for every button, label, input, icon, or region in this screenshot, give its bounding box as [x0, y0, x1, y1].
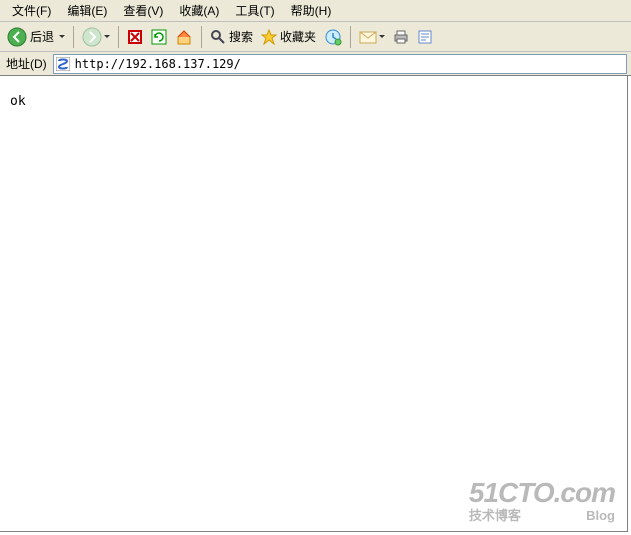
toolbar-separator [118, 26, 119, 48]
favorites-button[interactable]: 收藏夹 [258, 25, 319, 49]
back-dropdown-icon [59, 35, 65, 38]
search-button[interactable]: 搜索 [207, 25, 256, 49]
address-label: 地址(D) [4, 55, 49, 72]
stop-icon [127, 29, 143, 45]
refresh-button[interactable] [148, 25, 170, 49]
ie-page-icon [56, 57, 70, 71]
edit-icon [417, 29, 433, 45]
menu-edit[interactable]: 编辑(E) [59, 0, 115, 21]
page-content: ok [0, 76, 628, 532]
menu-view[interactable]: 查看(V) [115, 0, 171, 21]
refresh-icon [151, 29, 167, 45]
forward-dropdown-icon [104, 35, 110, 38]
mail-icon [359, 29, 377, 45]
toolbar-separator [201, 26, 202, 48]
menu-file[interactable]: 文件(F) [4, 0, 59, 21]
search-label: 搜索 [229, 28, 253, 45]
toolbar: 后退 搜索 收藏夹 [0, 22, 631, 52]
star-icon [261, 29, 277, 45]
edit-button[interactable] [414, 25, 436, 49]
menu-favorites[interactable]: 收藏(A) [171, 0, 227, 21]
forward-icon [82, 27, 102, 47]
print-button[interactable] [390, 25, 412, 49]
page-body-text: ok [10, 94, 26, 109]
history-button[interactable] [321, 25, 345, 49]
home-button[interactable] [172, 25, 196, 49]
forward-button[interactable] [79, 25, 113, 49]
watermark-sub-right: Blog [586, 509, 615, 523]
back-icon [7, 27, 27, 47]
address-bar: 地址(D) [0, 52, 631, 76]
watermark-main: 51CTO.com [469, 478, 615, 509]
toolbar-separator [350, 26, 351, 48]
menu-bar: 文件(F) 编辑(E) 查看(V) 收藏(A) 工具(T) 帮助(H) [0, 0, 631, 22]
url-input[interactable] [73, 56, 624, 72]
back-button[interactable]: 后退 [4, 25, 68, 49]
home-icon [175, 28, 193, 46]
menu-tools[interactable]: 工具(T) [227, 0, 282, 21]
menu-help[interactable]: 帮助(H) [283, 0, 340, 21]
print-icon [393, 29, 409, 45]
toolbar-separator [73, 26, 74, 48]
watermark: 51CTO.com 技术博客 Blog [469, 478, 615, 523]
watermark-sub-left: 技术博客 [469, 509, 521, 523]
search-icon [210, 29, 226, 45]
back-label: 后退 [30, 28, 54, 45]
address-field[interactable] [53, 54, 627, 74]
history-icon [324, 28, 342, 46]
stop-button[interactable] [124, 25, 146, 49]
mail-button[interactable] [356, 25, 388, 49]
mail-dropdown-icon [379, 35, 385, 38]
favorites-label: 收藏夹 [280, 28, 316, 45]
